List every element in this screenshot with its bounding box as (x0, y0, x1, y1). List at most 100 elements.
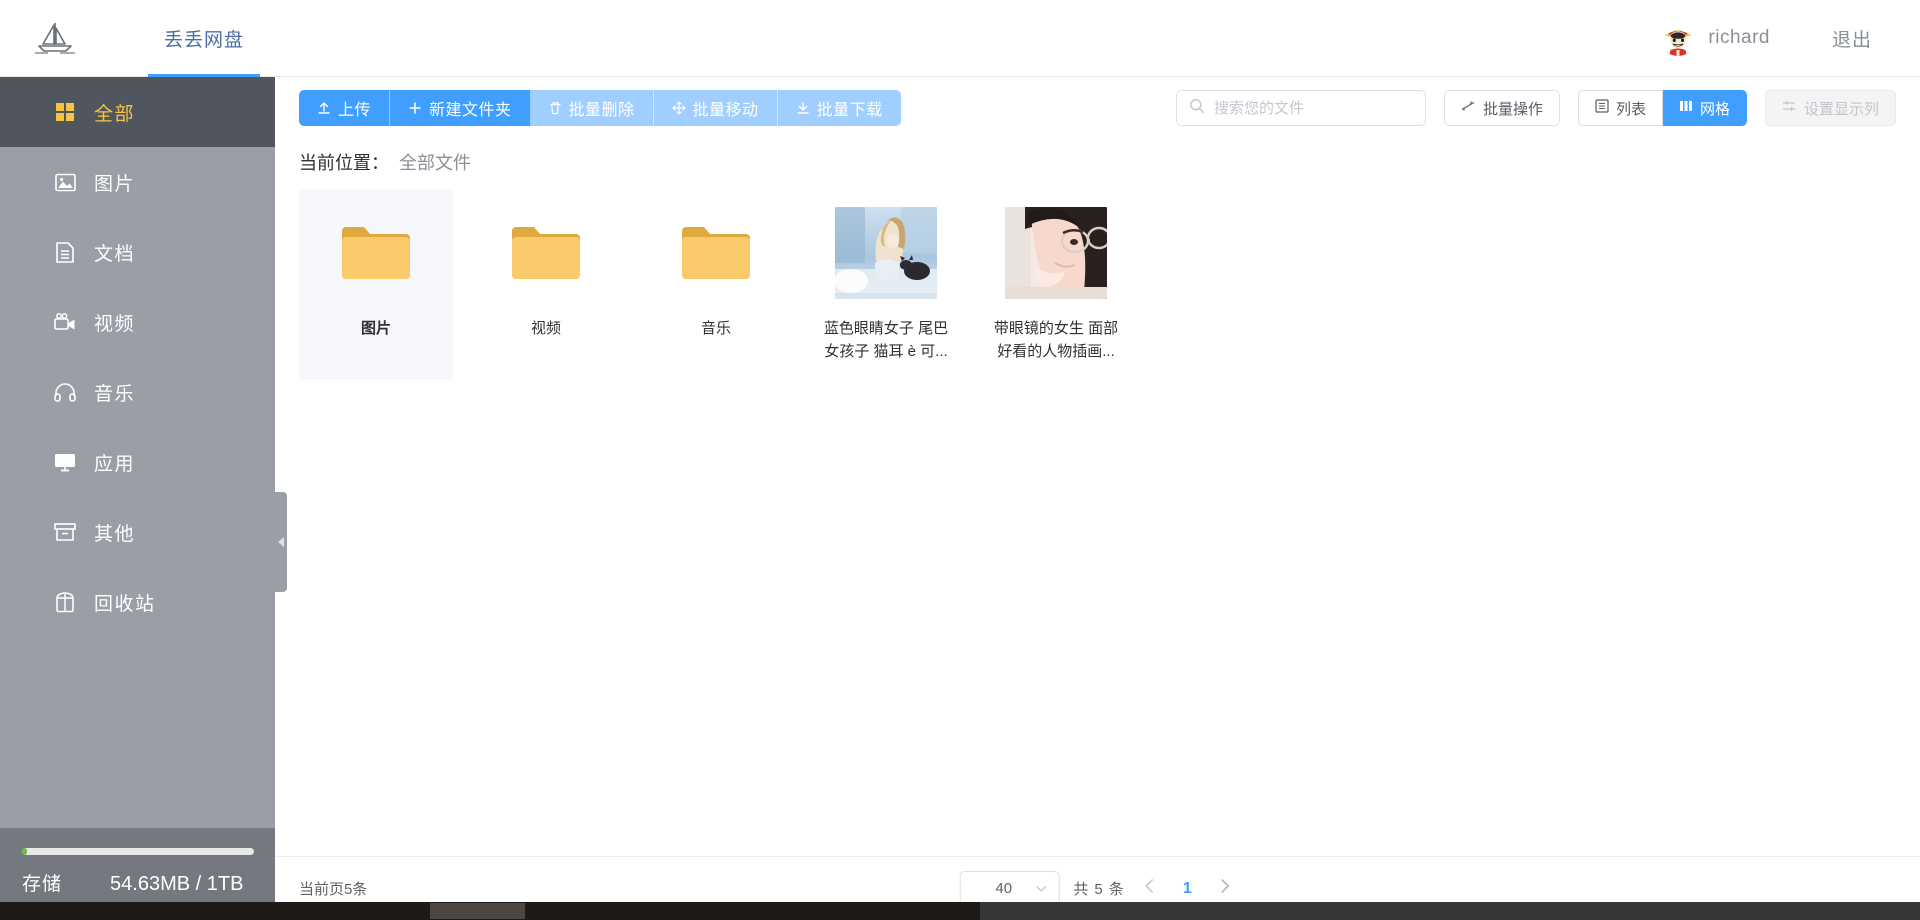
sidebar-item-images[interactable]: 图片 (0, 147, 275, 217)
new-folder-button[interactable]: 新建文件夹 (390, 90, 531, 126)
sidebar-collapse-handle[interactable] (275, 492, 287, 592)
sidebar-item-label: 回收站 (94, 589, 156, 616)
toolbar-right-group: 批量操作 列表 网格 (1176, 77, 1896, 139)
sidebar-item-recycle-bin[interactable]: 回收站 (0, 567, 275, 637)
nav-tab-home[interactable]: 丢丢网盘 (138, 0, 270, 77)
sidebar-item-label: 文档 (94, 239, 135, 266)
image-thumbnail-girl-with-glasses (1005, 207, 1107, 299)
view-grid-button[interactable]: 网格 (1663, 90, 1747, 126)
storage-progress-fill (22, 848, 27, 855)
new-folder-button-label: 新建文件夹 (429, 96, 512, 120)
batch-operations-label: 批量操作 (1483, 98, 1543, 119)
sailboat-icon (34, 20, 76, 56)
sidebar-item-label: 视频 (94, 309, 135, 336)
video-camera-icon (54, 311, 76, 333)
monitor-icon (54, 451, 76, 473)
view-list-button[interactable]: 列表 (1578, 90, 1663, 126)
app-header: 丢丢网盘 richard 退出 (0, 0, 1920, 77)
app-logo[interactable] (0, 0, 110, 77)
sidebar-item-documents[interactable]: 文档 (0, 217, 275, 287)
plus-icon (408, 101, 422, 115)
toolbar-action-group: 上传 新建文件夹 批量删除 批量移动 (299, 90, 901, 126)
sidebar: 全部 图片 文档 视频 音乐 (0, 77, 275, 920)
search-box[interactable] (1176, 90, 1426, 126)
thumbnail (997, 207, 1115, 299)
sidebar-item-videos[interactable]: 视频 (0, 287, 275, 357)
chevron-right-icon (1220, 879, 1230, 893)
file-card-image-2[interactable]: 带眼镜的女生 面部好看的人物插画... (979, 189, 1133, 380)
batch-move-button[interactable]: 批量移动 (654, 90, 778, 126)
upload-button-label: 上传 (338, 96, 371, 120)
sidebar-item-label: 音乐 (94, 379, 135, 406)
storage-value: 54.63MB / 1TB (110, 873, 243, 896)
batch-move-button-label: 批量移动 (693, 96, 759, 120)
file-card-folder-videos[interactable]: 视频 (469, 189, 623, 380)
username-label: richard (1708, 27, 1770, 49)
grid-icon (54, 101, 76, 123)
upload-button[interactable]: 上传 (299, 90, 390, 126)
sidebar-nav: 全部 图片 文档 视频 音乐 (0, 77, 275, 828)
trash-bin-icon (54, 591, 76, 613)
sidebar-item-label: 全部 (94, 99, 135, 126)
user-block[interactable]: richard (1660, 20, 1770, 56)
batch-download-button[interactable]: 批量下载 (778, 90, 901, 126)
storage-progress-bar (22, 848, 254, 855)
thumbnail (317, 207, 435, 299)
pagination-prev-button[interactable] (1139, 879, 1161, 898)
pagination-page-1[interactable]: 1 (1175, 880, 1200, 898)
thumbnail (657, 207, 775, 299)
image-icon (54, 171, 76, 193)
header-nav-tabs: 丢丢网盘 (138, 0, 270, 77)
view-grid-label: 网格 (1700, 98, 1730, 119)
file-name: 图片 (311, 317, 441, 340)
file-name: 带眼镜的女生 面部好看的人物插画... (991, 317, 1121, 364)
column-settings-label: 设置显示列 (1804, 98, 1879, 119)
move-icon (672, 101, 686, 115)
file-card-folder-music[interactable]: 音乐 (639, 189, 793, 380)
main-content: 上传 新建文件夹 批量删除 批量移动 (275, 77, 1920, 920)
batch-delete-button[interactable]: 批量删除 (531, 90, 654, 126)
sliders-icon (1461, 99, 1476, 117)
box-icon (54, 521, 76, 543)
file-card-folder-images[interactable]: 图片 (299, 189, 453, 380)
chevron-left-icon (1145, 879, 1155, 893)
scrollbar-thumb[interactable] (430, 903, 525, 919)
total-count-label: 共 5 条 (1073, 878, 1125, 899)
scrollbar-track-right (980, 902, 1920, 920)
sidebar-item-all[interactable]: 全部 (0, 77, 275, 147)
trash-icon (549, 101, 562, 115)
sidebar-item-music[interactable]: 音乐 (0, 357, 275, 427)
batch-download-button-label: 批量下载 (817, 96, 883, 120)
search-icon (1189, 98, 1205, 119)
thumbnail (827, 207, 945, 299)
window-horizontal-scrollbar[interactable] (0, 902, 1920, 920)
pagination-next-button[interactable] (1214, 879, 1236, 898)
thumbnail (487, 207, 605, 299)
logout-button[interactable]: 退出 (1832, 25, 1872, 52)
breadcrumb: 当前位置： 全部文件 (275, 139, 1920, 189)
sidebar-item-label: 应用 (94, 449, 135, 476)
document-icon (54, 241, 76, 263)
sidebar-item-others[interactable]: 其他 (0, 497, 275, 567)
grid-view-icon (1679, 99, 1693, 117)
sidebar-item-apps[interactable]: 应用 (0, 427, 275, 497)
sidebar-item-label: 其他 (94, 519, 135, 546)
file-name: 蓝色眼睛女子 尾巴女孩子 猫耳 è 可... (821, 317, 951, 364)
search-input[interactable] (1214, 100, 1413, 117)
breadcrumb-label: 当前位置： (299, 149, 389, 175)
page-size-value: 40 (972, 880, 1035, 897)
headphone-icon (54, 381, 76, 403)
download-icon (796, 101, 810, 115)
column-settings-button[interactable]: 设置显示列 (1765, 90, 1896, 126)
folder-icon (340, 223, 412, 283)
settings-sliders-icon (1782, 99, 1797, 117)
batch-operations-button[interactable]: 批量操作 (1444, 90, 1560, 126)
breadcrumb-current[interactable]: 全部文件 (399, 149, 471, 175)
batch-delete-button-label: 批量删除 (569, 96, 635, 120)
view-mode-toggle: 列表 网格 (1578, 90, 1747, 126)
folder-icon (680, 223, 752, 283)
chevron-left-icon (278, 537, 284, 547)
file-grid: 图片 视频 音乐 (299, 189, 1896, 380)
image-thumbnail-anime-girl-cat (835, 207, 937, 299)
file-card-image-1[interactable]: 蓝色眼睛女子 尾巴女孩子 猫耳 è 可... (809, 189, 963, 380)
